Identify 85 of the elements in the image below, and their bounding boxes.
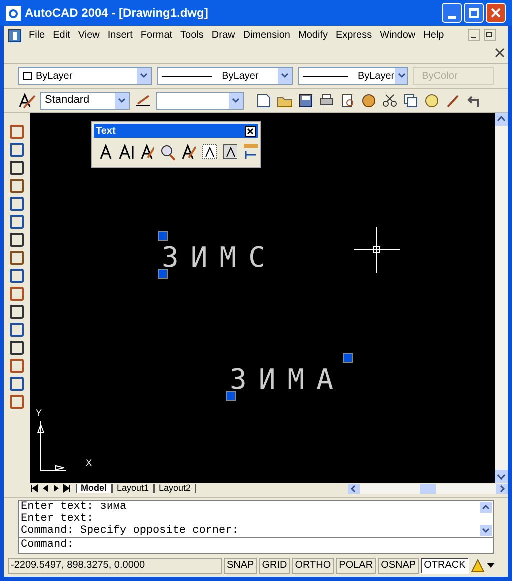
layout-tab[interactable]: Layout2 [154,484,196,493]
status-toggle-button[interactable]: GRID [259,558,290,574]
dropdown-arrow-icon[interactable] [486,563,495,569]
scroll-down-button[interactable] [495,470,508,483]
first-tab-button[interactable] [30,484,39,493]
scroll-left-button[interactable] [348,484,360,494]
horizontal-scrollbar[interactable] [348,484,508,494]
scroll-right-button[interactable] [496,484,508,494]
search-icon[interactable] [160,143,175,161]
printer-icon[interactable] [319,92,335,108]
crosshair-cursor [354,227,400,273]
linetype-dropdown[interactable]: ByLayer [298,67,408,85]
layout-tab[interactable]: Layout1 [112,484,154,493]
scroll-up-button[interactable] [495,113,508,126]
edit-text-icon[interactable] [140,143,154,161]
scroll-thumb[interactable] [420,484,436,494]
status-toggle-button[interactable]: SNAP [224,558,258,574]
preview-icon[interactable] [340,92,356,108]
command-history-line: Command: Specify opposite corner: [21,525,239,537]
dimension-style-icon [134,92,152,108]
cad-text[interactable]: ЗИМС [162,243,278,273]
save-icon[interactable] [298,92,314,108]
brush-icon[interactable] [445,92,461,108]
window-title: AutoCAD 2004 - [Drawing1.dwg] [25,5,208,22]
status-toggle-button[interactable]: ORTHO [292,558,334,574]
text-tool-icon[interactable] [118,143,134,161]
grip-handle[interactable] [226,391,236,401]
dimension-style-dropdown[interactable] [156,92,244,110]
layout-tab[interactable]: Model [76,484,112,493]
close-icon [491,8,501,18]
vertical-scrollbar[interactable] [495,113,508,483]
drawing-canvas[interactable]: Text ЗИМС ЗИМА Y X [30,113,495,483]
command-history-line: Enter text: [21,513,95,525]
convert-units-icon[interactable] [243,143,258,161]
menu-item[interactable]: Draw [212,28,236,43]
scroll-up-button[interactable] [480,502,492,513]
menu-item[interactable]: Dimension [243,28,290,43]
grip-handle[interactable] [343,353,354,363]
close-doc-button[interactable] [495,48,505,58]
prev-tab-button[interactable] [41,484,50,493]
app-icon [6,6,21,20]
menu-item[interactable]: Window [380,28,416,43]
status-toggle-button[interactable]: OSNAP [378,558,420,574]
edit-text-icon[interactable] [181,143,196,161]
text-style-icon [18,92,36,108]
menu-item[interactable]: Tools [180,28,204,43]
document-icon [8,28,22,42]
menu-item[interactable]: View [78,28,100,43]
coordinates-display: -2209.5497, 898.3275, 0.0000 [8,558,222,574]
new-file-icon[interactable] [256,92,272,108]
copy-icon[interactable] [403,92,419,108]
menu-item[interactable]: Edit [53,28,70,43]
restore-doc-button[interactable] [484,29,496,41]
close-button[interactable] [245,126,256,136]
scale-text-icon[interactable] [202,143,216,161]
minimize-doc-button[interactable] [468,29,480,41]
layer-swatch-icon [23,72,32,80]
menu-item[interactable]: File [29,28,46,43]
text-style-dropdown[interactable]: Standard [40,92,130,110]
cad-text[interactable]: ЗИМА [230,365,346,395]
scroll-down-button[interactable] [480,525,492,536]
last-tab-button[interactable] [63,484,72,493]
linetype-dropdown[interactable]: ByLayer [157,67,294,85]
text-tool-icon[interactable] [98,143,113,161]
grip-handle[interactable] [158,269,168,279]
minimize-button[interactable] [442,3,462,23]
menu-item[interactable]: Insert [108,28,133,43]
justify-text-icon[interactable] [222,143,238,161]
menu-item[interactable]: Modify [298,28,328,43]
menu-item[interactable]: Format [140,28,173,43]
next-tab-button[interactable] [52,484,61,493]
warning-icon[interactable] [470,559,485,573]
maximize-button[interactable] [464,3,484,23]
status-toggle-button[interactable]: POLAR [336,558,376,574]
dropdown-arrow-icon[interactable] [394,68,408,84]
x-axis-label: X [86,457,92,470]
menu-item[interactable]: Help [424,28,444,43]
menu-item[interactable]: Express [336,28,372,43]
toolbar-title: Text [96,124,116,138]
status-toggle-button[interactable]: OTRACK [421,558,469,574]
layer-dropdown[interactable]: ByLayer [18,67,152,85]
y-axis-label: Y [36,407,42,420]
scissors-icon[interactable] [382,92,398,108]
grip-handle[interactable] [158,231,168,241]
command-history-line: Enter text: зима [21,501,128,513]
